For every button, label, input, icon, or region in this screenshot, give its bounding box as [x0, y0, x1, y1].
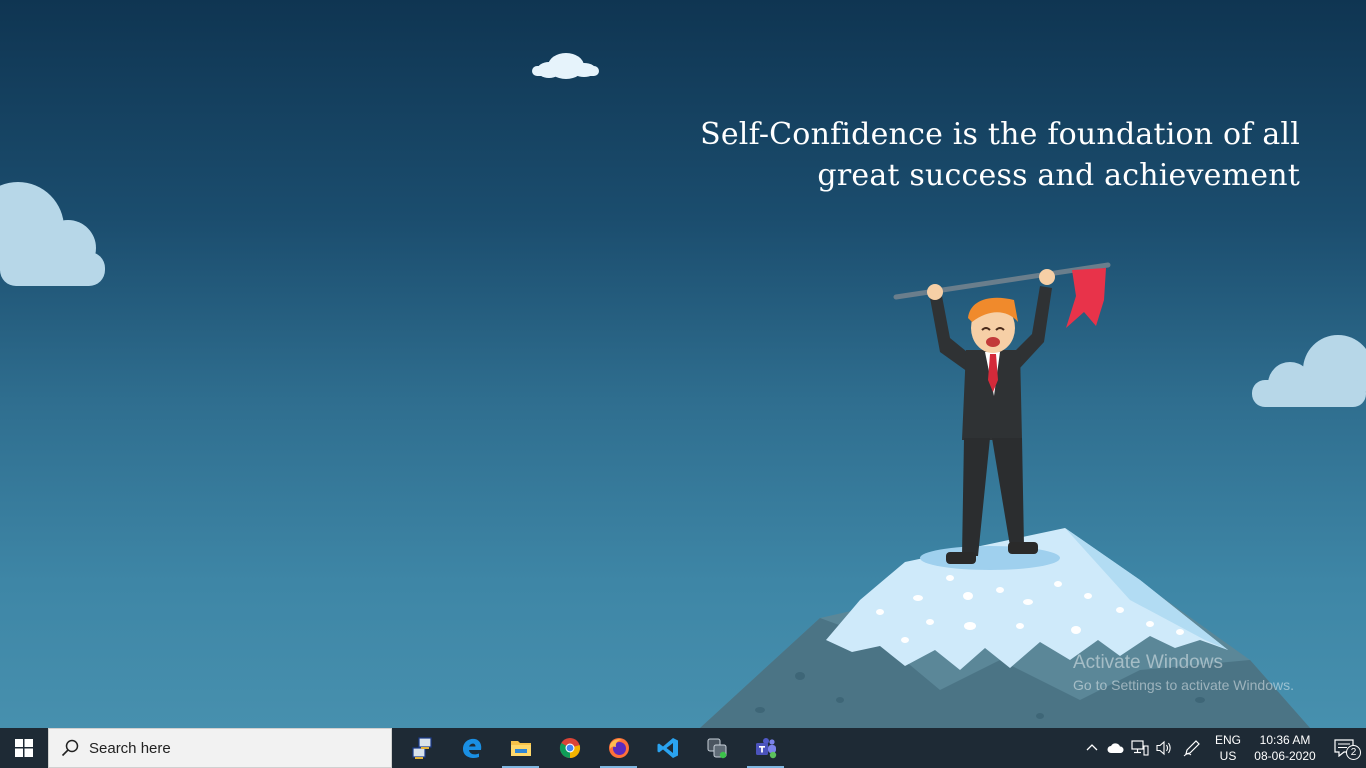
chevron-up-icon: [1086, 744, 1098, 751]
notification-count-badge: 2: [1346, 745, 1361, 760]
vpn-app-icon: [707, 738, 726, 759]
file-explorer-button[interactable]: [496, 728, 545, 768]
clock-date: 08-06-2020: [1254, 749, 1316, 763]
teams-icon: [755, 738, 776, 759]
cloud-right: [1252, 335, 1366, 407]
language-code: ENG: [1214, 733, 1241, 747]
pen-workspace-button[interactable]: [1176, 728, 1208, 768]
action-center-button[interactable]: 2: [1322, 728, 1366, 768]
quote-line-2: great success and achievement: [817, 158, 1300, 193]
edge-icon: [462, 738, 481, 759]
input-language-indicator[interactable]: ENG US: [1208, 732, 1248, 764]
activate-windows-subtitle: Go to Settings to activate Windows.: [1073, 677, 1294, 693]
activate-windows-title: Activate Windows: [1073, 652, 1223, 673]
file-explorer-icon: [510, 741, 531, 756]
region-code: US: [1219, 749, 1237, 763]
system-tray: ENG US 10:36 AM 08-06-2020 2: [1080, 728, 1366, 768]
teams-button[interactable]: [741, 728, 790, 768]
network-icon: [1131, 740, 1149, 756]
taskbar: Search here ENG US 10:36 AM 08-06-2020 2: [0, 728, 1366, 768]
clock-time: 10:36 AM: [1259, 733, 1311, 747]
quote-line-1: Self-Confidence is the foundation of all: [700, 117, 1300, 152]
climber-figure: [893, 262, 1111, 564]
volume-button[interactable]: [1152, 728, 1176, 768]
vscode-button[interactable]: [643, 728, 692, 768]
chrome-button[interactable]: [545, 728, 594, 768]
show-hidden-icons-button[interactable]: [1080, 728, 1104, 768]
chrome-icon: [559, 738, 580, 759]
network-app-button[interactable]: [398, 728, 447, 768]
taskbar-search-box[interactable]: Search here: [48, 728, 392, 768]
search-icon: [61, 739, 79, 757]
network-app-icon: [411, 737, 432, 759]
start-button[interactable]: [0, 728, 48, 768]
cloud-small: [532, 53, 599, 79]
wallpaper-illustration: [0, 53, 1366, 728]
wallpaper-quote: Self-Confidence is the foundation of all…: [660, 114, 1300, 196]
taskbar-clock[interactable]: 10:36 AM 08-06-2020: [1248, 732, 1322, 764]
onedrive-button[interactable]: [1104, 728, 1128, 768]
pinned-apps: [398, 728, 790, 768]
windows-logo-icon: [15, 739, 33, 757]
search-placeholder: Search here: [89, 739, 171, 757]
mountain: [700, 528, 1310, 728]
edge-button[interactable]: [447, 728, 496, 768]
activate-windows-watermark: Activate Windows Go to Settings to activ…: [1073, 652, 1294, 696]
desktop-wallpaper: Self-Confidence is the foundation of all…: [0, 0, 1366, 728]
firefox-icon: [608, 738, 629, 758]
cloud-left: [0, 182, 105, 286]
vpn-app-button[interactable]: [692, 728, 741, 768]
vscode-icon: [657, 738, 678, 758]
firefox-button[interactable]: [594, 728, 643, 768]
pen-icon: [1183, 740, 1200, 757]
network-status-button[interactable]: [1128, 728, 1152, 768]
onedrive-cloud-icon: [1107, 743, 1124, 753]
volume-icon: [1156, 740, 1171, 756]
